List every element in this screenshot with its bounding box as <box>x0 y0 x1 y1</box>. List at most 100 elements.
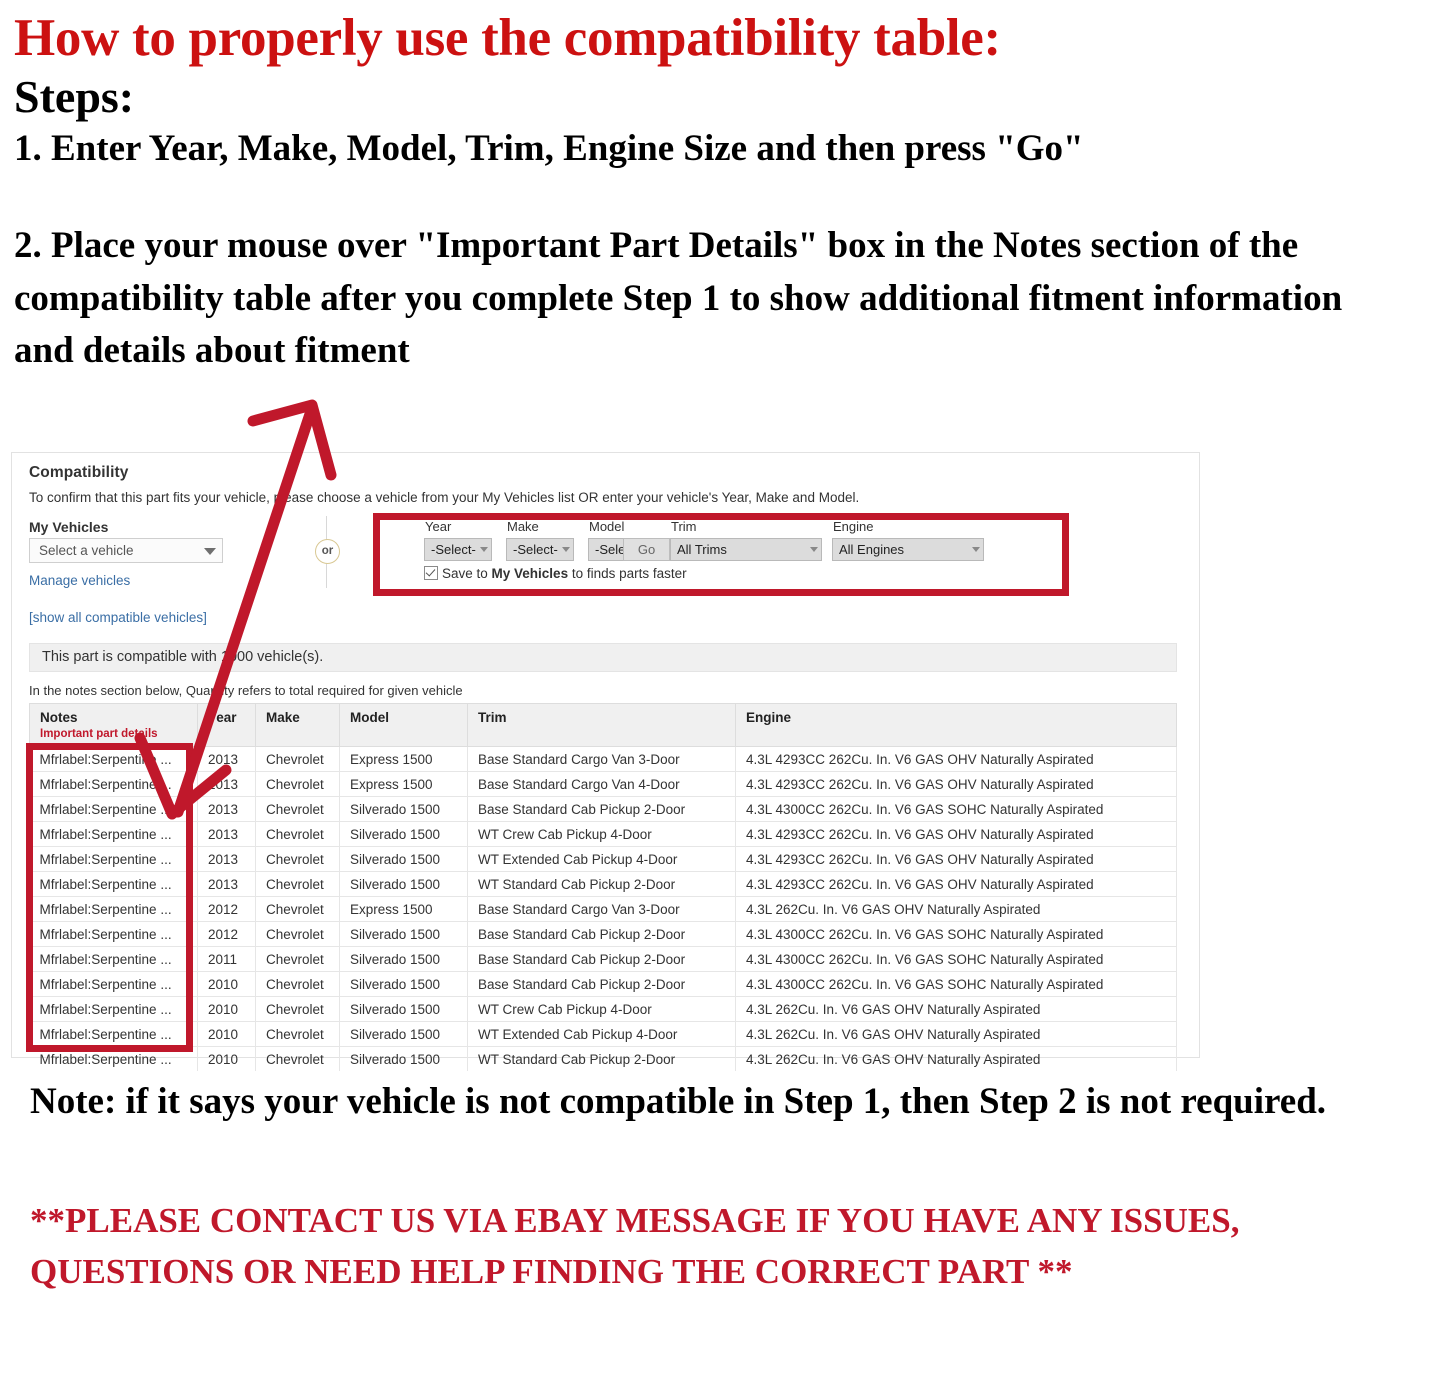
table-cell-model: Silverado 1500 <box>339 871 468 897</box>
table-row: Mfrlabel:Serpentine ... 2012 Chevrolet Silv… <box>29 921 1177 947</box>
table-cell-make: Chevrolet <box>255 921 340 947</box>
fitment-table-body: Mfrlabel:Serpentine ... 2013 Chevrolet Expr… <box>29 746 1177 1071</box>
column-header-notes[interactable]: Notes Important part details <box>29 703 198 747</box>
table-cell-notes[interactable]: Mfrlabel:Serpentine ... <box>29 796 198 822</box>
table-cell-make: Chevrolet <box>255 946 340 972</box>
table-cell-notes[interactable]: Mfrlabel:Serpentine ... <box>29 896 198 922</box>
save-text-before: Save to <box>442 566 492 581</box>
table-cell-make: Chevrolet <box>255 821 340 847</box>
table-cell-model: Silverado 1500 <box>339 971 468 997</box>
trim-select-value: All Trims <box>677 542 727 557</box>
table-row: Mfrlabel:Serpentine ... 2013 Chevrolet Expr… <box>29 746 1177 772</box>
column-header-year[interactable]: Year <box>197 703 256 747</box>
table-cell-make: Chevrolet <box>255 896 340 922</box>
save-to-my-vehicles-checkbox[interactable] <box>424 566 438 580</box>
column-header-engine[interactable]: Engine <box>735 703 1177 747</box>
table-cell-engine: 4.3L 4293CC 262Cu. In. V6 GAS OHV Natura… <box>735 746 1177 772</box>
page-title: How to properly use the compatibility ta… <box>14 9 1001 67</box>
fitment-table: Notes Important part details Year Make M… <box>29 703 1177 1071</box>
table-cell-notes[interactable]: Mfrlabel:Serpentine ... <box>29 771 198 797</box>
table-cell-engine: 4.3L 4293CC 262Cu. In. V6 GAS OHV Natura… <box>735 846 1177 872</box>
column-header-notes-label: Notes <box>40 710 78 725</box>
table-cell-model: Express 1500 <box>339 771 468 797</box>
table-cell-engine: 4.3L 4293CC 262Cu. In. V6 GAS OHV Natura… <box>735 771 1177 797</box>
field-label-make: Make <box>507 519 539 534</box>
table-cell-year: 2010 <box>197 1021 256 1047</box>
table-row: Mfrlabel:Serpentine ... 2013 Chevrolet Silv… <box>29 871 1177 897</box>
table-cell-year: 2013 <box>197 771 256 797</box>
year-select-value: -Select- <box>431 542 476 557</box>
table-cell-engine: 4.3L 262Cu. In. V6 GAS OHV Naturally Asp… <box>735 996 1177 1022</box>
table-cell-notes[interactable]: Mfrlabel:Serpentine ... <box>29 1046 198 1071</box>
table-cell-make: Chevrolet <box>255 971 340 997</box>
table-cell-trim: WT Extended Cab Pickup 4-Door <box>467 1021 736 1047</box>
table-cell-engine: 4.3L 262Cu. In. V6 GAS OHV Naturally Asp… <box>735 1021 1177 1047</box>
table-row: Mfrlabel:Serpentine ... 2013 Chevrolet Silv… <box>29 846 1177 872</box>
column-header-make[interactable]: Make <box>255 703 340 747</box>
table-cell-engine: 4.3L 4300CC 262Cu. In. V6 GAS SOHC Natur… <box>735 946 1177 972</box>
table-cell-engine: 4.3L 262Cu. In. V6 GAS OHV Naturally Asp… <box>735 1046 1177 1071</box>
table-cell-year: 2013 <box>197 821 256 847</box>
table-cell-year: 2013 <box>197 746 256 772</box>
make-select[interactable]: -Select- <box>506 538 574 561</box>
table-cell-make: Chevrolet <box>255 846 340 872</box>
my-vehicles-label: My Vehicles <box>29 519 109 535</box>
table-cell-model: Express 1500 <box>339 896 468 922</box>
table-cell-make: Chevrolet <box>255 1021 340 1047</box>
table-cell-notes[interactable]: Mfrlabel:Serpentine ... <box>29 871 198 897</box>
table-cell-notes[interactable]: Mfrlabel:Serpentine ... <box>29 746 198 772</box>
table-cell-make: Chevrolet <box>255 771 340 797</box>
table-header-row: Notes Important part details Year Make M… <box>29 703 1177 747</box>
field-label-year: Year <box>425 519 452 534</box>
table-cell-notes[interactable]: Mfrlabel:Serpentine ... <box>29 996 198 1022</box>
vehicle-select-value: Select a vehicle <box>39 543 134 558</box>
table-cell-trim: WT Crew Cab Pickup 4-Door <box>467 996 736 1022</box>
or-divider: or <box>307 516 347 588</box>
engine-select[interactable]: All Engines <box>832 538 984 561</box>
compatible-count-bar: This part is compatible with 1000 vehicl… <box>29 643 1177 672</box>
vehicle-select-dropdown[interactable]: Select a vehicle <box>29 538 223 563</box>
table-cell-trim: WT Standard Cab Pickup 2-Door <box>467 1046 736 1071</box>
table-cell-model: Silverado 1500 <box>339 1021 468 1047</box>
table-cell-trim: Base Standard Cargo Van 4-Door <box>467 771 736 797</box>
field-label-model: Model <box>589 519 625 534</box>
save-to-my-vehicles-row[interactable]: Save to My Vehicles to finds parts faste… <box>424 566 687 581</box>
save-text-after: to finds parts faster <box>568 566 687 581</box>
footer-note: Note: if it says your vehicle is not com… <box>30 1081 1327 1122</box>
table-cell-notes[interactable]: Mfrlabel:Serpentine ... <box>29 1021 198 1047</box>
table-cell-make: Chevrolet <box>255 746 340 772</box>
table-cell-trim: Base Standard Cargo Van 3-Door <box>467 896 736 922</box>
table-cell-year: 2012 <box>197 921 256 947</box>
trim-select[interactable]: All Trims <box>670 538 822 561</box>
table-row: Mfrlabel:Serpentine ... 2013 Chevrolet Expr… <box>29 771 1177 797</box>
notes-hint-text: In the notes section below, Quantity ref… <box>29 683 463 698</box>
year-select[interactable]: -Select- <box>424 538 492 561</box>
table-cell-make: Chevrolet <box>255 871 340 897</box>
show-all-compatible-vehicles-link[interactable]: [show all compatible vehicles] <box>29 610 207 625</box>
table-cell-trim: Base Standard Cab Pickup 2-Door <box>467 946 736 972</box>
table-cell-notes[interactable]: Mfrlabel:Serpentine ... <box>29 921 198 947</box>
go-button[interactable]: Go <box>623 538 670 561</box>
save-text-bold: My Vehicles <box>491 566 569 581</box>
table-cell-year: 2013 <box>197 871 256 897</box>
table-row: Mfrlabel:Serpentine ... 2010 Chevrolet Silv… <box>29 1046 1177 1071</box>
chevron-down-icon <box>480 547 488 552</box>
table-cell-trim: Base Standard Cargo Van 3-Door <box>467 746 736 772</box>
table-cell-notes[interactable]: Mfrlabel:Serpentine ... <box>29 971 198 997</box>
table-cell-trim: WT Crew Cab Pickup 4-Door <box>467 821 736 847</box>
column-header-trim[interactable]: Trim <box>467 703 736 747</box>
table-cell-year: 2011 <box>197 946 256 972</box>
table-cell-trim: Base Standard Cab Pickup 2-Door <box>467 921 736 947</box>
table-cell-notes[interactable]: Mfrlabel:Serpentine ... <box>29 846 198 872</box>
table-cell-model: Silverado 1500 <box>339 996 468 1022</box>
column-header-model[interactable]: Model <box>339 703 468 747</box>
table-cell-model: Silverado 1500 <box>339 1046 468 1071</box>
table-cell-trim: WT Standard Cab Pickup 2-Door <box>467 871 736 897</box>
table-cell-model: Express 1500 <box>339 746 468 772</box>
table-cell-trim: WT Extended Cab Pickup 4-Door <box>467 846 736 872</box>
table-cell-make: Chevrolet <box>255 996 340 1022</box>
manage-vehicles-link[interactable]: Manage vehicles <box>29 573 130 588</box>
table-cell-notes[interactable]: Mfrlabel:Serpentine ... <box>29 946 198 972</box>
table-cell-model: Silverado 1500 <box>339 846 468 872</box>
table-cell-notes[interactable]: Mfrlabel:Serpentine ... <box>29 821 198 847</box>
